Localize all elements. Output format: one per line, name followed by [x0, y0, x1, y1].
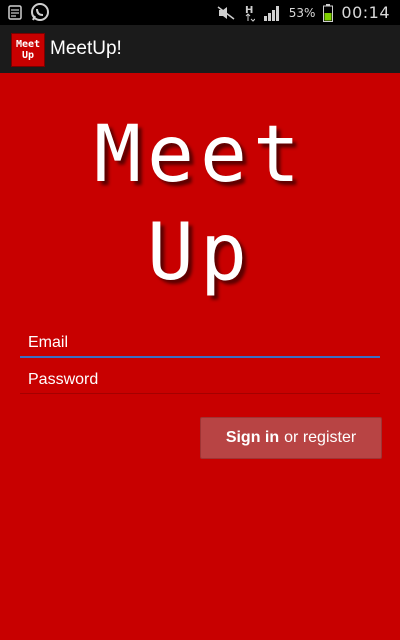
- register-label: or register: [284, 429, 357, 446]
- meetup-logo: Meet Up: [80, 90, 320, 320]
- logo-line-up: Up: [147, 208, 253, 298]
- sign-in-label: Sign in: [225, 429, 280, 446]
- password-field[interactable]: [20, 366, 380, 394]
- app-logo-icon[interactable]: Meet Up: [11, 33, 45, 67]
- battery-percent: 53%: [288, 5, 316, 20]
- app-title: MeetUp!: [50, 38, 122, 59]
- action-bar: Meet Up MeetUp!: [0, 25, 400, 73]
- logo-line-meet: Meet: [94, 110, 306, 200]
- calendar-icon: [8, 4, 22, 20]
- app-icon-text-line2: Up: [21, 50, 35, 61]
- email-field[interactable]: [20, 330, 380, 358]
- notification-area: [8, 2, 50, 22]
- svg-text:H: H: [245, 5, 253, 16]
- sign-in-button[interactable]: Sign in or register: [200, 417, 382, 459]
- clock: 00:14: [341, 3, 390, 22]
- status-bar: H 53% 00:14: [0, 0, 400, 25]
- h-network-icon: H: [243, 4, 255, 22]
- whatsapp-icon: [30, 2, 50, 22]
- mute-icon: [217, 5, 235, 20]
- signal-icon: [263, 5, 281, 21]
- battery-icon: [323, 3, 334, 22]
- system-icons: H 53% 00:14: [217, 3, 390, 22]
- app-icon-text-line1: Meet: [15, 39, 41, 50]
